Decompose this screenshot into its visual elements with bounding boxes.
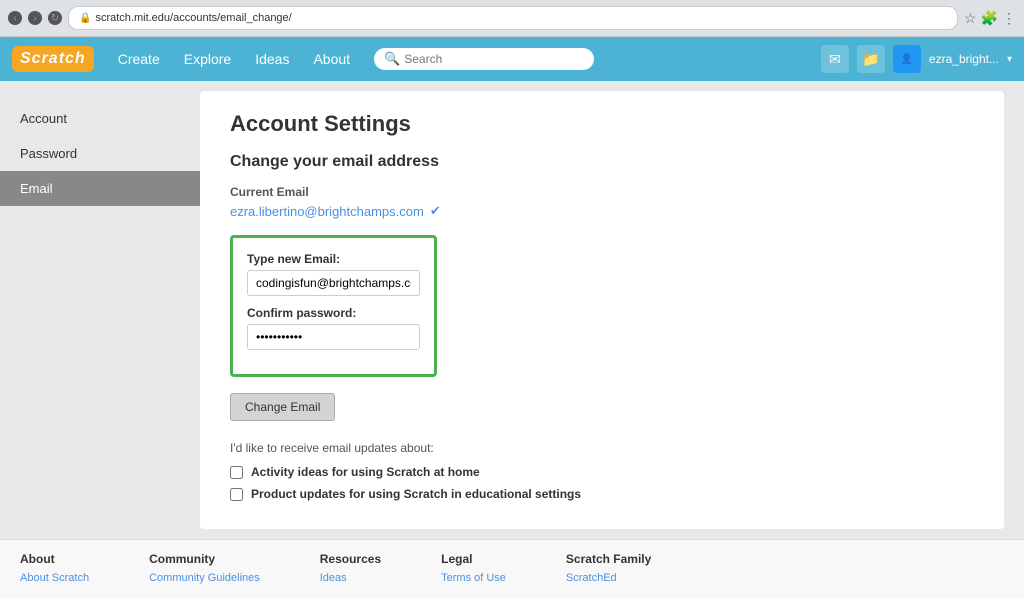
current-email-value: ezra.libertino@brightchamps.com <box>230 204 424 219</box>
checkbox-row-1: Activity ideas for using Scratch at home <box>230 465 974 479</box>
page-title: Account Settings <box>230 111 974 137</box>
footer-scratched[interactable]: ScratchEd <box>566 572 651 584</box>
folder-icon[interactable]: 📁 <box>857 45 885 73</box>
footer-about-title: About <box>20 552 89 566</box>
search-input[interactable] <box>404 52 584 66</box>
checkbox-activity[interactable] <box>230 466 243 479</box>
footer-community-title: Community <box>149 552 260 566</box>
search-icon: 🔍 <box>384 51 400 67</box>
checkbox-product-label: Product updates for using Scratch in edu… <box>251 487 581 501</box>
footer-resources-ideas[interactable]: Ideas <box>320 572 381 584</box>
url-text: scratch.mit.edu/accounts/email_change/ <box>95 12 291 24</box>
change-email-button[interactable]: Change Email <box>230 393 335 421</box>
nav-create[interactable]: Create <box>106 37 172 81</box>
avatar[interactable]: 👤 <box>893 45 921 73</box>
browser-icons: ☆ 🧩 ⋮ <box>964 10 1016 27</box>
footer-resources-title: Resources <box>320 552 381 566</box>
username[interactable]: ezra_bright... <box>929 52 999 66</box>
footer: About About Scratch Community Community … <box>0 539 1024 598</box>
browser-toolbar: ‹ › ↻ 🔒 scratch.mit.edu/accounts/email_c… <box>0 0 1024 36</box>
search-bar[interactable]: 🔍 <box>374 48 594 70</box>
new-email-label: Type new Email: <box>247 252 420 266</box>
checkbox-row-2: Product updates for using Scratch in edu… <box>230 487 974 501</box>
checkbox-product[interactable] <box>230 488 243 501</box>
scratch-logo[interactable]: Scratch <box>12 46 94 72</box>
menu-icon[interactable]: ⋮ <box>1002 10 1016 27</box>
updates-text: I'd like to receive email updates about: <box>230 441 974 455</box>
footer-col-legal: Legal Terms of Use <box>441 552 506 586</box>
chevron-down-icon[interactable]: ▾ <box>1007 54 1012 65</box>
sidebar: Account Password Email <box>0 81 200 539</box>
sidebar-item-account[interactable]: Account <box>0 101 200 136</box>
footer-legal-title: Legal <box>441 552 506 566</box>
section-title: Change your email address <box>230 153 974 171</box>
footer-legal-terms[interactable]: Terms of Use <box>441 572 506 584</box>
footer-about-scratch[interactable]: About Scratch <box>20 572 89 584</box>
extensions-icon[interactable]: 🧩 <box>981 10 998 27</box>
forward-button[interactable]: › <box>28 11 42 25</box>
address-bar[interactable]: 🔒 scratch.mit.edu/accounts/email_change/ <box>68 6 958 30</box>
current-email-row: ezra.libertino@brightchamps.com ✔ <box>230 203 974 219</box>
sidebar-item-email[interactable]: Email <box>0 171 200 206</box>
verified-icon: ✔ <box>430 203 441 219</box>
messages-icon[interactable]: ✉ <box>821 45 849 73</box>
checkbox-activity-label: Activity ideas for using Scratch at home <box>251 465 480 479</box>
new-email-input[interactable] <box>247 270 420 296</box>
bookmark-icon[interactable]: ☆ <box>964 10 977 27</box>
footer-col-resources: Resources Ideas <box>320 552 381 586</box>
nav-about[interactable]: About <box>301 37 362 81</box>
footer-col-about: About About Scratch <box>20 552 89 586</box>
lock-icon: 🔒 <box>79 13 91 24</box>
footer-col-community: Community Community Guidelines <box>149 552 260 586</box>
nav-explore[interactable]: Explore <box>172 37 243 81</box>
confirm-password-input[interactable] <box>247 324 420 350</box>
current-email-label: Current Email <box>230 185 974 199</box>
nav-ideas[interactable]: Ideas <box>243 37 301 81</box>
content-area: Account Settings Change your email addre… <box>200 91 1004 529</box>
refresh-button[interactable]: ↻ <box>48 11 62 25</box>
confirm-password-label: Confirm password: <box>247 306 420 320</box>
footer-col-scratch-family: Scratch Family ScratchEd <box>566 552 651 586</box>
sidebar-item-password[interactable]: Password <box>0 136 200 171</box>
footer-scratch-family-title: Scratch Family <box>566 552 651 566</box>
nav-right: ✉ 📁 👤 ezra_bright... ▾ <box>821 45 1012 73</box>
main-content: Account Password Email Account Settings … <box>0 81 1024 539</box>
email-form-box: Type new Email: Confirm password: <box>230 235 437 377</box>
navbar: Scratch Create Explore Ideas About 🔍 ✉ 📁… <box>0 37 1024 81</box>
footer-community-guidelines[interactable]: Community Guidelines <box>149 572 260 584</box>
back-button[interactable]: ‹ <box>8 11 22 25</box>
